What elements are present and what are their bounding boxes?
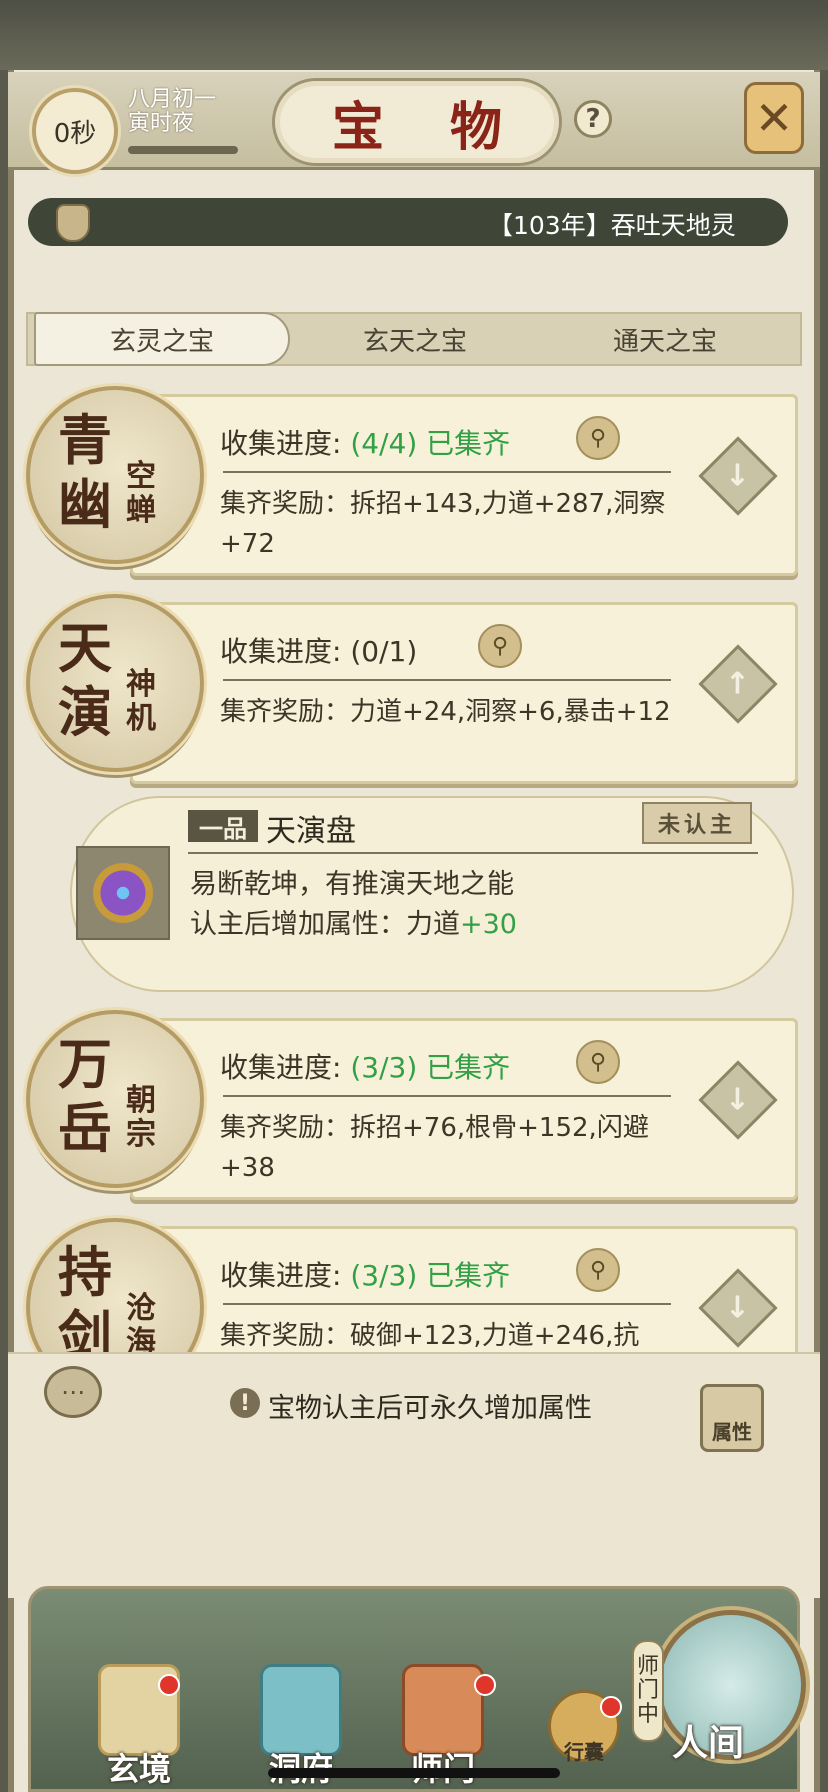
pavilion-icon <box>260 1664 342 1756</box>
progress-label: 收集进度: <box>220 1051 342 1084</box>
progress-value: (3/3) <box>350 1259 418 1292</box>
item-grade-badge: 一品 <box>188 810 258 843</box>
notification-badge <box>158 1674 180 1696</box>
progress-status: 已集齐 <box>426 1051 511 1084</box>
date-line-1: 八月初一 <box>128 87 217 112</box>
collect-reward: 集齐奖励：力道+24,洞察+6,暴击+12 <box>220 692 690 732</box>
collect-progress: 收集进度: (3/3) 已集齐 <box>220 1046 510 1086</box>
nav-label: 行囊 <box>564 1740 604 1764</box>
collect-progress: 收集进度: (4/4) 已集齐 <box>220 422 510 462</box>
item-divider <box>188 852 758 854</box>
medal-char-2: 剑 <box>58 1304 112 1352</box>
progress-value: (3/3) <box>350 1051 418 1084</box>
home-indicator <box>268 1768 560 1778</box>
medal-char-1: 青 <box>58 408 112 472</box>
item-attribute: 认主后增加属性：力道+30 <box>190 902 517 941</box>
progress-label: 收集进度: <box>220 635 342 668</box>
game-date: 八月初一 寅时夜 <box>128 88 216 136</box>
medal-subtitle: 朝宗 <box>126 1083 156 1152</box>
medal-char-1: 持 <box>58 1240 112 1304</box>
search-icon[interactable]: ⚲ <box>576 1248 620 1292</box>
collect-reward: 集齐奖励：拆招+76,根骨+152,闪避+38 <box>220 1108 690 1188</box>
item-attr-value: +30 <box>460 909 517 940</box>
medal-char-1: 万 <box>58 1032 112 1096</box>
card-divider <box>223 1095 671 1097</box>
reward-label: 集齐奖励： <box>220 697 351 727</box>
nav-label: 玄境 <box>106 1750 171 1788</box>
help-icon[interactable]: ? <box>574 100 612 138</box>
nav-label: 人间 <box>672 1722 745 1764</box>
notice-text: 【103年】吞吐天地灵 <box>488 211 736 240</box>
treasure-medal: 青 幽 空蝉 <box>26 386 204 564</box>
medal-subtitle: 沧海 <box>126 1291 156 1353</box>
item-description: 易断乾坤，有推演天地之能 <box>190 869 514 900</box>
reward-label: 集齐奖励： <box>220 1113 351 1143</box>
chevron-down-icon: ↓ <box>725 458 751 494</box>
nav-label: 洞府 <box>269 1744 333 1790</box>
close-button[interactable]: ✕ <box>744 82 804 154</box>
treasure-medal: 万 岳 朝宗 <box>26 1010 204 1188</box>
card-divider <box>223 1303 671 1305</box>
collect-reward: 集齐奖励：破御+123,力道+246,抗 <box>220 1316 690 1352</box>
medal-subtitle: 神机 <box>126 667 156 736</box>
medal-char-2: 演 <box>58 680 112 744</box>
attribute-button[interactable]: 属性 <box>700 1384 764 1452</box>
info-icon: ! <box>230 1388 260 1418</box>
chat-button[interactable]: ⋯ <box>44 1366 102 1418</box>
medal-char-2: 岳 <box>58 1096 112 1160</box>
chevron-down-icon: ↓ <box>725 1082 751 1118</box>
collect-reward: 集齐奖励：拆招+143,力道+287,洞察+72 <box>220 484 690 564</box>
card-divider <box>223 679 671 681</box>
reward-value: 破御+123,力道+246,抗 <box>350 1321 640 1351</box>
item-status-badge: 未认主 <box>642 802 752 844</box>
progress-status: 已集齐 <box>426 427 511 460</box>
treasure-medal: 天 演 神机 <box>26 594 204 772</box>
status-area <box>0 0 828 70</box>
reward-value: 力道+24,洞察+6,暴击+12 <box>350 697 671 727</box>
search-icon[interactable]: ⚲ <box>576 416 620 460</box>
timer-badge: 0秒 <box>32 88 118 174</box>
card-divider <box>223 471 671 473</box>
treasure-item-icon[interactable] <box>76 846 170 940</box>
nav-label: 师门 <box>411 1744 475 1790</box>
star-disc-icon <box>88 858 158 928</box>
nav-renjian[interactable]: 人间 <box>672 1714 744 1766</box>
reward-label: 集齐奖励： <box>220 1321 351 1351</box>
collect-progress: 收集进度: (3/3) 已集齐 <box>220 1254 510 1294</box>
page-title: 宝 物 <box>331 96 527 158</box>
search-icon[interactable]: ⚲ <box>478 624 522 668</box>
notification-badge <box>474 1674 496 1696</box>
reward-label: 集齐奖励： <box>220 489 351 519</box>
medal-char-1: 天 <box>58 616 112 680</box>
page-title-plate: 宝 物 <box>272 78 562 166</box>
master-tag: 师门中 <box>632 1640 664 1742</box>
tab-tongtian[interactable]: 通天之宝 <box>540 312 790 366</box>
date-line-2: 寅时夜 <box>128 111 195 136</box>
chat-icon: ⋯ <box>61 1378 85 1406</box>
bell-icon <box>56 204 90 242</box>
chevron-down-icon: ↓ <box>725 1290 751 1326</box>
progress-value: (0/1) <box>350 635 418 668</box>
tab-xuantian[interactable]: 玄天之宝 <box>290 312 540 366</box>
search-icon[interactable]: ⚲ <box>576 1040 620 1084</box>
chevron-up-icon: ↑ <box>725 666 751 702</box>
notification-badge <box>600 1696 622 1718</box>
collect-progress: 收集进度: (0/1) <box>220 630 417 670</box>
tab-xuanling[interactable]: 玄灵之宝 <box>34 312 290 366</box>
progress-value: (4/4) <box>350 427 418 460</box>
progress-label: 收集进度: <box>220 1259 342 1292</box>
medal-char-2: 幽 <box>58 472 112 536</box>
progress-label: 收集进度: <box>220 427 342 460</box>
item-attr-label: 认主后增加属性：力道 <box>190 909 460 940</box>
progress-status: 已集齐 <box>426 1259 511 1292</box>
scroll-clip: 持 剑 沧海 收集进度: (3/3) 已集齐 ⚲ 集齐奖励：破御+123,力道+… <box>0 1210 828 1352</box>
banner-icon <box>402 1664 484 1756</box>
tip-text: 宝物认主后可永久增加属性 <box>268 1393 592 1424</box>
item-name: 天演盘 <box>266 814 356 849</box>
date-progress-bar <box>128 146 238 154</box>
medal-subtitle: 空蝉 <box>126 459 156 528</box>
